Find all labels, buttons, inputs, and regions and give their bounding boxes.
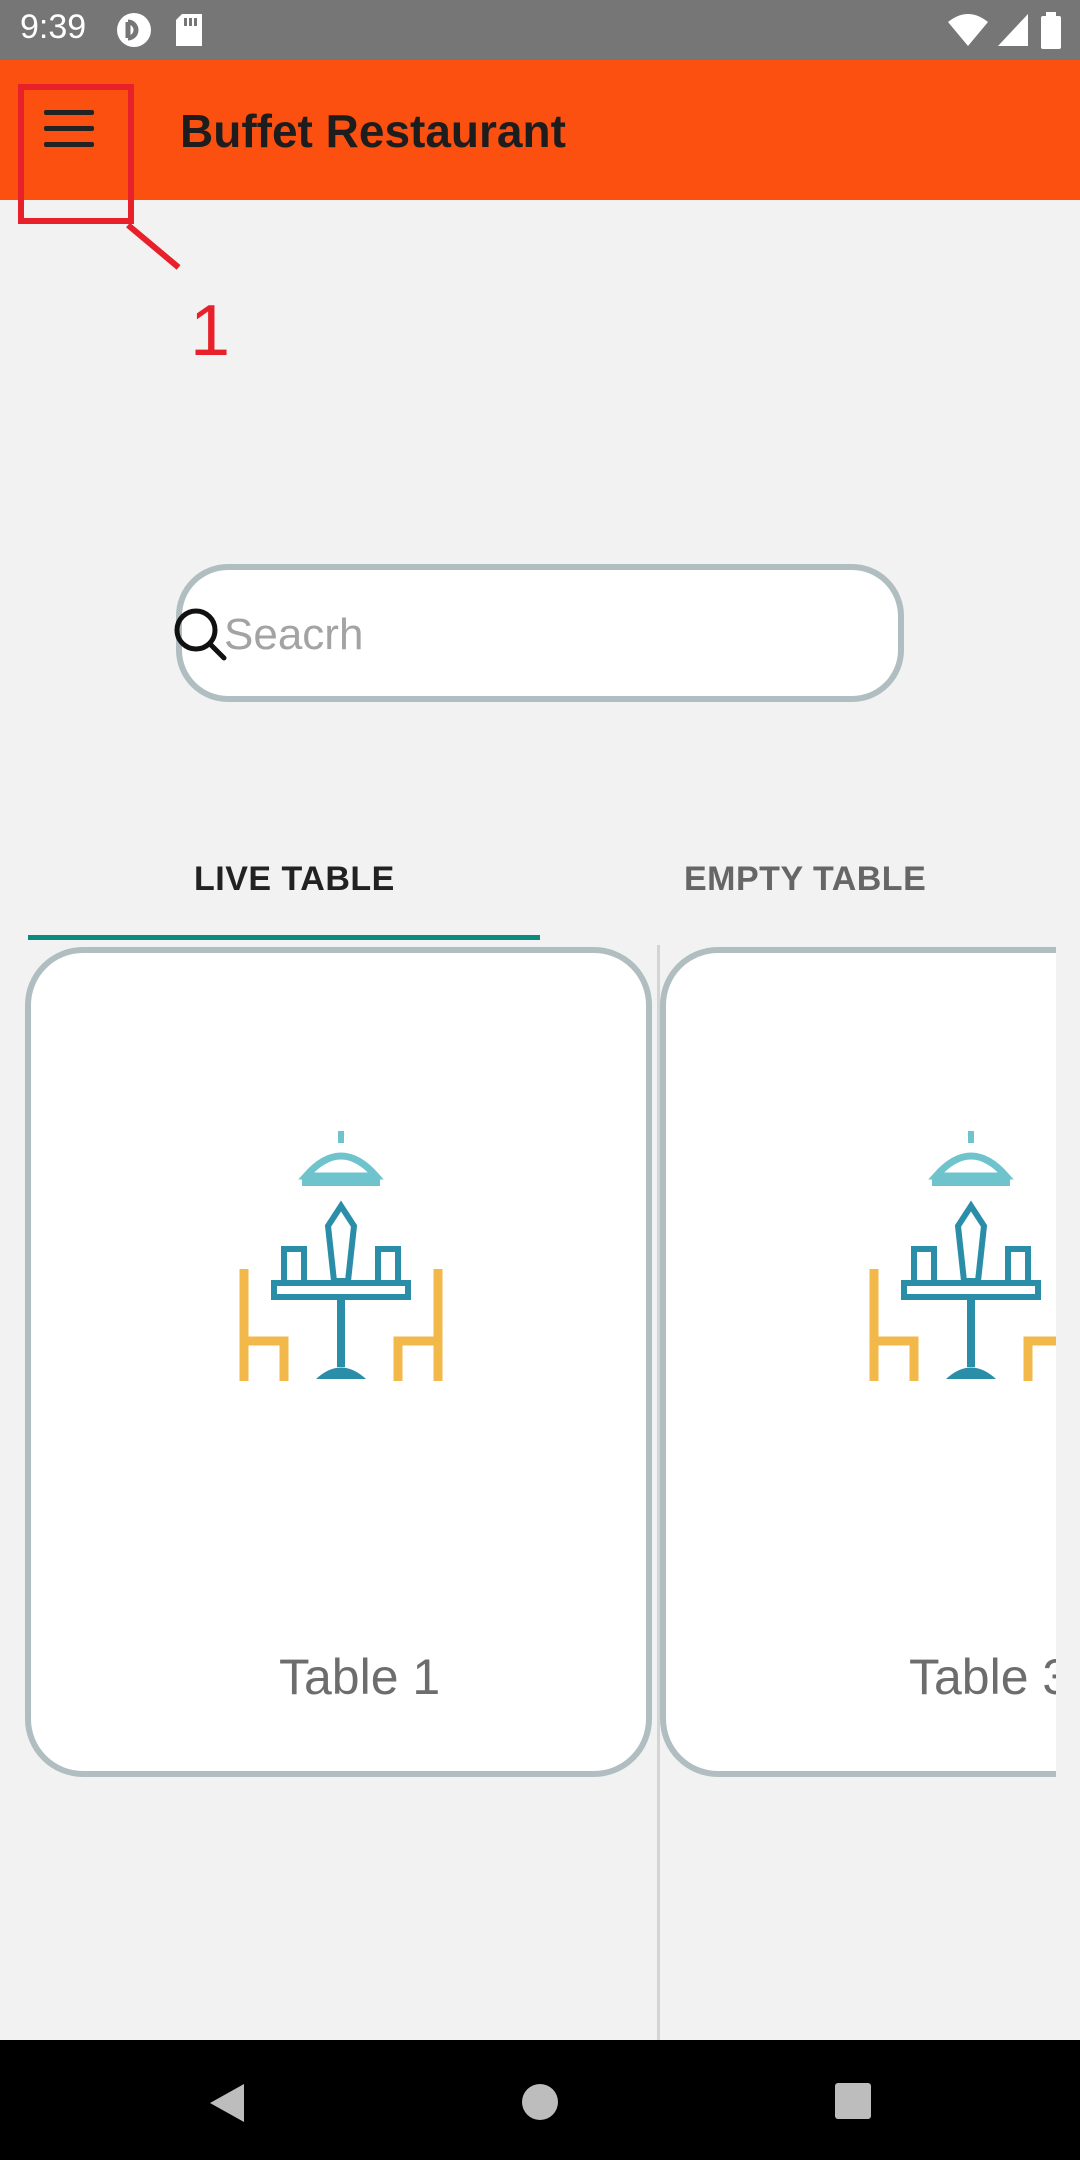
tab-live-table[interactable]: LIVE TABLE [194, 860, 395, 899]
wifi-icon [946, 12, 990, 53]
app-bar: Buffet Restaurant [0, 60, 1080, 200]
battery-icon [1040, 12, 1062, 55]
table-card[interactable]: Table 1 [25, 947, 652, 1777]
signal-icon [996, 12, 1030, 53]
tab-indicator [28, 935, 540, 940]
app-title: Buffet Restaurant [180, 105, 566, 157]
search-icon [172, 606, 228, 667]
annotation-box [18, 84, 134, 224]
table-card[interactable]: Table 3 [660, 947, 1080, 1777]
recents-icon[interactable] [834, 2082, 872, 2125]
status-time: 9:39 [20, 8, 87, 46]
home-icon[interactable] [520, 2082, 560, 2127]
search-input[interactable] [222, 606, 866, 664]
annotation-leader-line [126, 222, 181, 270]
pocket-casts-icon [116, 12, 152, 53]
screen-edge-clip [1056, 940, 1080, 1790]
status-bar: 9:39 [0, 0, 1080, 60]
dining-table-icon [236, 1131, 446, 1396]
sd-card-icon [174, 12, 204, 53]
tab-empty-table[interactable]: EMPTY TABLE [684, 860, 926, 899]
dining-table-icon [866, 1131, 1076, 1396]
table-label: Table 1 [279, 1649, 441, 1705]
table-label: Table 3 [909, 1649, 1071, 1705]
annotation-number: 1 [190, 291, 231, 371]
back-icon[interactable] [206, 2082, 246, 2129]
navigation-bar [0, 2040, 1080, 2160]
